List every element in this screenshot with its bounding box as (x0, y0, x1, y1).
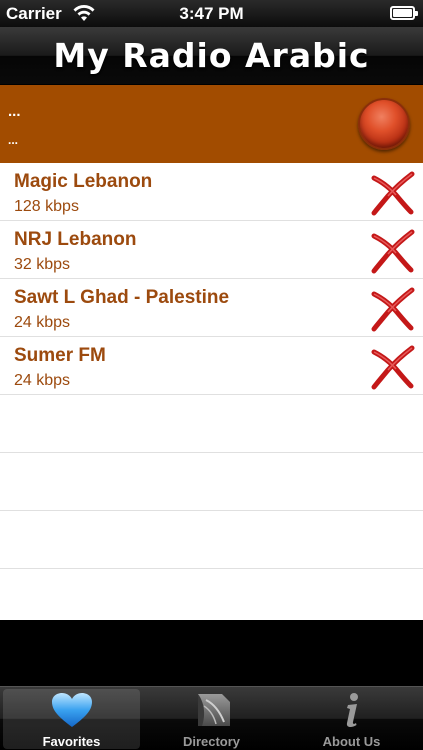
empty-row (0, 453, 423, 511)
heart-icon (51, 693, 92, 727)
delete-icon[interactable] (368, 342, 416, 390)
status-bar: Carrier 3:47 PM (0, 0, 423, 27)
tab-label: Favorites (42, 734, 101, 749)
station-name: NRJ Lebanon (14, 229, 137, 250)
station-bitrate: 24 kbps (14, 314, 71, 331)
tab-label: About Us (322, 734, 381, 749)
battery-icon (390, 6, 418, 20)
empty-row (0, 511, 423, 569)
station-bitrate: 32 kbps (14, 256, 71, 273)
tab-about-us[interactable]: About Us (283, 689, 420, 749)
tab-directory[interactable]: Directory (143, 689, 280, 749)
title-bar: My Radio Arabic (0, 27, 423, 85)
station-name: Magic Lebanon (14, 171, 153, 192)
list-item[interactable]: Magic Lebanon 128 kbps (0, 163, 423, 221)
station-bitrate: 24 kbps (14, 372, 71, 389)
station-bitrate: 128 kbps (14, 198, 79, 215)
status-time: 3:47 PM (179, 4, 244, 23)
play-button-icon[interactable] (358, 98, 410, 150)
tab-bar: Favorites Directory About Us (0, 686, 423, 750)
delete-icon[interactable] (368, 226, 416, 274)
info-icon (346, 693, 358, 728)
directory-icon (197, 694, 230, 726)
list-item[interactable]: NRJ Lebanon 32 kbps (0, 221, 423, 279)
tab-label: Directory (182, 734, 241, 749)
list-item[interactable]: Sawt L Ghad - Palestine 24 kbps (0, 279, 423, 337)
empty-row (0, 395, 423, 453)
station-name: Sawt L Ghad - Palestine (14, 287, 230, 308)
delete-icon[interactable] (368, 168, 416, 216)
station-name: Sumer FM (14, 345, 106, 366)
list-item[interactable]: Sumer FM 24 kbps (0, 337, 423, 395)
now-playing-title: ... (8, 103, 21, 120)
favorites-list: Magic Lebanon 128 kbps NRJ Lebanon 32 kb… (0, 163, 423, 620)
app-title: My Radio Arabic (53, 36, 370, 75)
tab-favorites[interactable]: Favorites (3, 689, 140, 749)
delete-icon[interactable] (368, 284, 416, 332)
now-playing-subtitle: ... (8, 133, 19, 147)
